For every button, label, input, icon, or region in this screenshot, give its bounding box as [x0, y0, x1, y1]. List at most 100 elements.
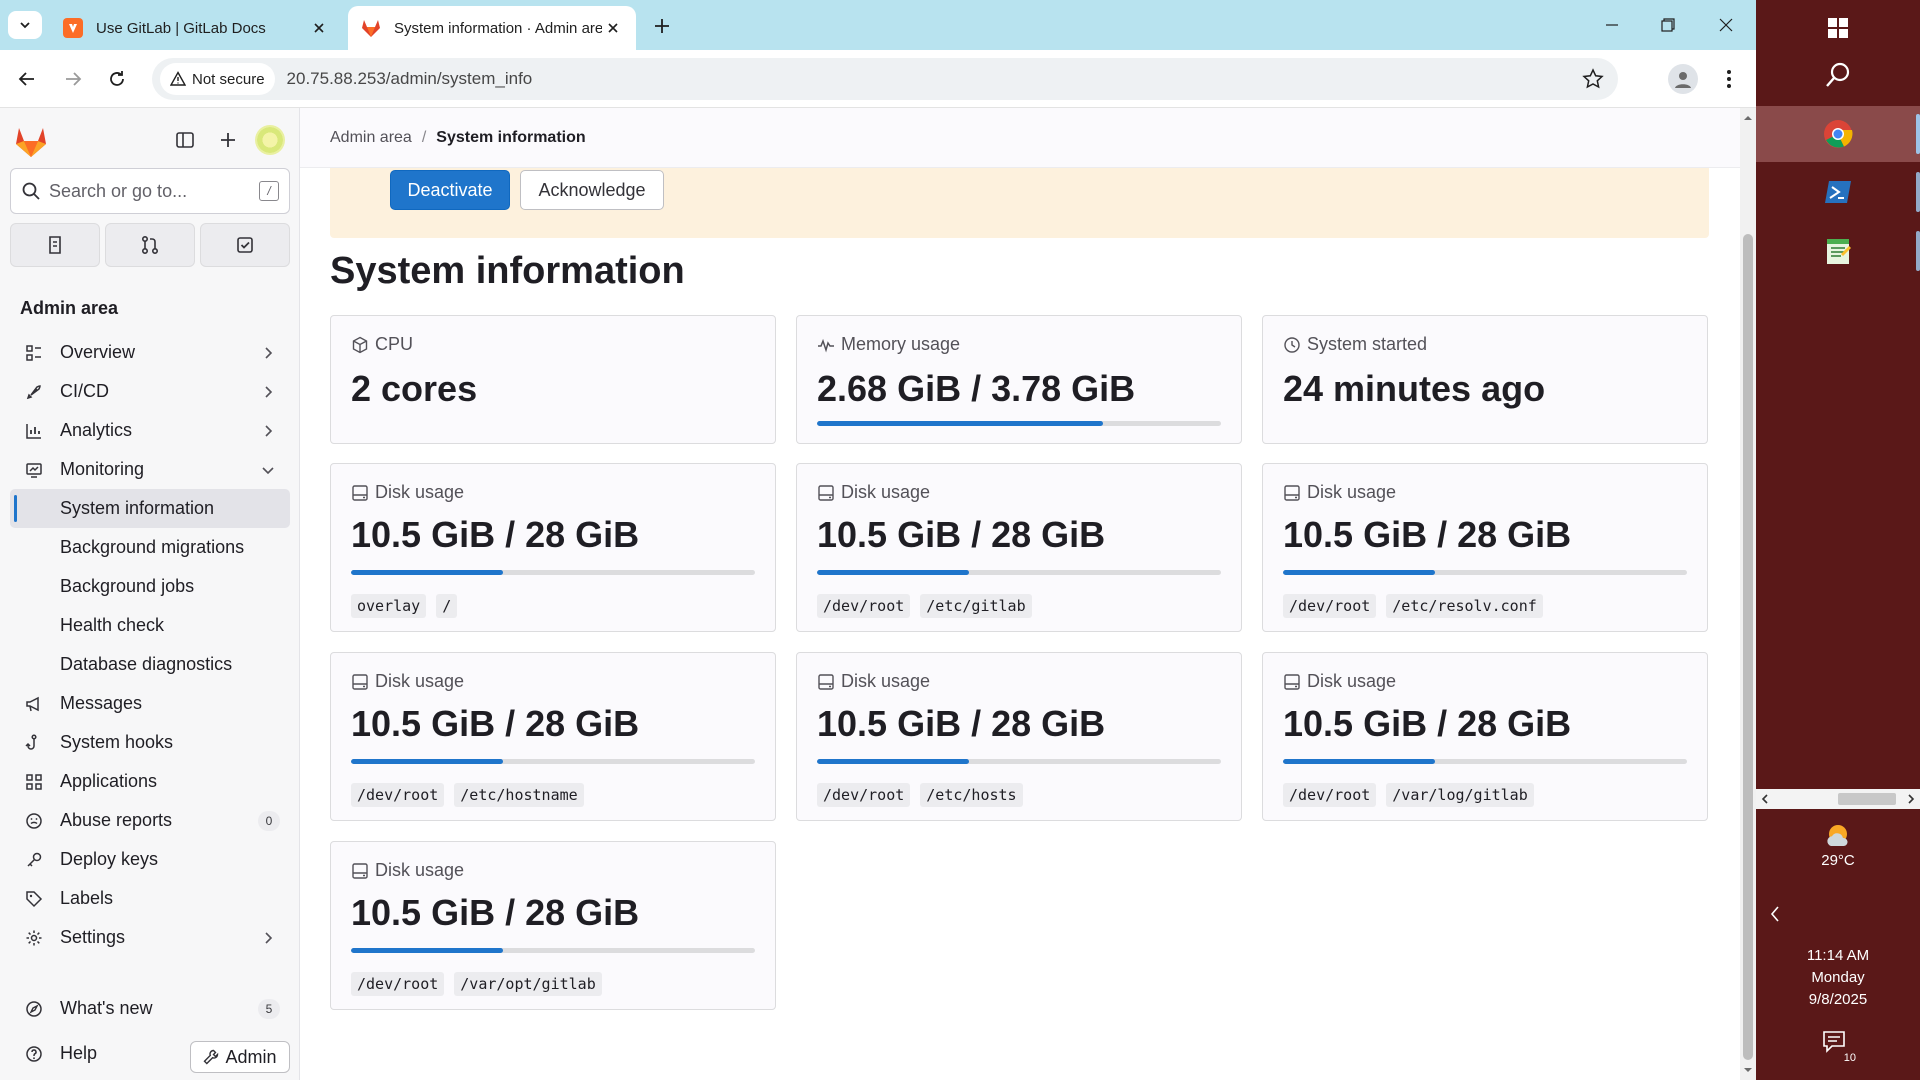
new-tab-button[interactable]: [648, 12, 676, 40]
tab-list-button[interactable]: [8, 11, 42, 39]
card-label: Disk usage: [817, 671, 930, 692]
sidebar-item-monitoring[interactable]: Monitoring: [10, 450, 290, 489]
breadcrumb-admin-area[interactable]: Admin area: [330, 129, 412, 147]
memory-value: 2.68 GiB / 3.78 GiB: [817, 368, 1136, 409]
sidebar-item-system-information[interactable]: System information: [10, 489, 290, 528]
sidebar-item-background-jobs[interactable]: Background jobs: [10, 567, 290, 606]
sidebar-item-system-hooks[interactable]: System hooks: [10, 723, 290, 762]
search-input[interactable]: Search or go to... /: [10, 168, 290, 214]
forward-button[interactable]: [58, 64, 88, 94]
cpu-value: 2 cores: [351, 368, 478, 409]
url-text[interactable]: 20.75.88.253/admin/system_info: [287, 69, 533, 89]
running-app-indicator: [1916, 231, 1920, 271]
deactivate-button[interactable]: Deactivate: [390, 170, 510, 210]
reload-button[interactable]: [102, 64, 132, 94]
merge-requests-button[interactable]: [105, 223, 195, 267]
disk-value: 10.5 GiB / 28 GiB: [351, 703, 640, 744]
help-label: Help: [60, 1043, 98, 1063]
count-badge: 0: [258, 810, 280, 831]
tab-gitlab-docs[interactable]: Use GitLab | GitLab Docs: [50, 6, 342, 50]
sidebar-item-health-check[interactable]: Health check: [10, 606, 290, 645]
notification-center-button[interactable]: 10: [1822, 1030, 1858, 1064]
active-app-indicator: [1916, 114, 1920, 154]
sidebar-item-abuse-reports[interactable]: Abuse reports 0: [10, 801, 290, 840]
browser-menu-button[interactable]: [1714, 64, 1744, 94]
card-label: Disk usage: [1283, 671, 1396, 692]
disk-icon: [1284, 673, 1300, 690]
address-bar[interactable]: Not secure 20.75.88.253/admin/system_inf…: [152, 58, 1618, 100]
mount-path-chip: /: [436, 594, 458, 618]
create-new-button[interactable]: [213, 125, 243, 155]
scrollbar-thumb[interactable]: [1838, 793, 1896, 805]
overview-icon: [24, 343, 44, 363]
disk-card: Disk usage 10.5 GiB / 28 GiB /dev/root /…: [796, 652, 1242, 821]
sidebar-item-settings[interactable]: Settings: [10, 918, 290, 957]
restore-icon: [1661, 18, 1675, 32]
site-info-button[interactable]: Not secure: [160, 63, 275, 95]
gear-icon: [24, 928, 44, 948]
memory-progress-bar: [817, 421, 1221, 426]
profile-button[interactable]: [1668, 64, 1698, 94]
sidebar-item-database-diagnostics[interactable]: Database diagnostics: [10, 645, 290, 684]
taskbar-powershell[interactable]: [1756, 164, 1920, 220]
disk-icon: [1284, 484, 1300, 501]
close-icon[interactable]: [602, 17, 624, 39]
close-window-button[interactable]: [1706, 8, 1746, 42]
chevron-right-icon: [265, 346, 273, 359]
sidebar-item-cicd[interactable]: CI/CD: [10, 372, 290, 411]
acknowledge-button[interactable]: Acknowledge: [520, 170, 664, 210]
label-icon: [24, 889, 44, 909]
sidebar-item-overview[interactable]: Overview: [10, 333, 290, 372]
merge-request-icon: [141, 235, 159, 255]
chevron-left-icon[interactable]: [1760, 793, 1770, 805]
page-scrollbar[interactable]: [1740, 108, 1756, 1080]
taskbar-chrome[interactable]: [1756, 106, 1920, 162]
minimize-button[interactable]: [1592, 8, 1632, 42]
toggle-sidebar-button[interactable]: [170, 125, 200, 155]
issues-button[interactable]: [10, 223, 100, 267]
sidebar-item-analytics[interactable]: Analytics: [10, 411, 290, 450]
cpu-label: CPU: [375, 334, 414, 354]
chevron-right-icon[interactable]: [1906, 793, 1916, 805]
disk-progress-bar: [817, 759, 1221, 764]
disk-label: Disk usage: [1307, 671, 1397, 691]
taskbar-notepad[interactable]: [1756, 223, 1920, 279]
tab-system-information[interactable]: System information · Admin are: [348, 6, 636, 50]
sidebar-item-labels[interactable]: Labels: [10, 879, 290, 918]
todo-check-icon: [237, 237, 253, 253]
breadcrumb-current[interactable]: System information: [436, 129, 585, 147]
admin-button[interactable]: Admin: [190, 1041, 290, 1073]
scroll-down-arrow-icon[interactable]: [1742, 1064, 1754, 1076]
disk-card: Disk usage 10.5 GiB / 28 GiB overlay /: [330, 463, 776, 632]
sidebar-item-messages[interactable]: Messages: [10, 684, 290, 723]
running-app-indicator: [1916, 172, 1920, 212]
todos-button[interactable]: [200, 223, 290, 267]
sidebar-item-background-migrations[interactable]: Background migrations: [10, 528, 290, 567]
rocket-icon: [24, 382, 44, 402]
tab-title: Use GitLab | GitLab Docs: [96, 19, 266, 37]
monitor-icon: [24, 460, 44, 480]
system-clock[interactable]: 11:14 AM Monday 9/8/2025: [1756, 945, 1920, 1011]
restore-button[interactable]: [1648, 8, 1688, 42]
user-avatar[interactable]: [255, 125, 285, 155]
sidebar-item-deploy-keys[interactable]: Deploy keys: [10, 840, 290, 879]
scroll-up-arrow-icon[interactable]: [1742, 112, 1754, 124]
taskbar-scrollbar[interactable]: [1756, 789, 1920, 809]
mount-path-chip: /var/log/gitlab: [1386, 783, 1534, 807]
sidebar-item-applications[interactable]: Applications: [10, 762, 290, 801]
scrollbar-thumb[interactable]: [1743, 234, 1753, 1060]
whats-new-button[interactable]: What's new 5: [10, 989, 290, 1028]
taskbar-search-button[interactable]: [1756, 47, 1920, 103]
sidebar-item-label: System information: [60, 498, 215, 518]
chevron-left-icon[interactable]: [1768, 904, 1782, 924]
bookmark-star-icon[interactable]: [1582, 68, 1604, 90]
gitlab-logo-icon[interactable]: [12, 122, 50, 160]
device-chip: /dev/root: [351, 972, 445, 996]
weather-widget[interactable]: 29°C: [1756, 822, 1920, 869]
disk-value: 10.5 GiB / 28 GiB: [351, 514, 640, 555]
disk-card: Disk usage 10.5 GiB / 28 GiB /dev/root /…: [1262, 463, 1708, 632]
close-icon[interactable]: [308, 17, 330, 39]
search-icon: [22, 182, 40, 200]
back-button[interactable]: [12, 64, 42, 94]
issues-icon: [49, 236, 61, 254]
